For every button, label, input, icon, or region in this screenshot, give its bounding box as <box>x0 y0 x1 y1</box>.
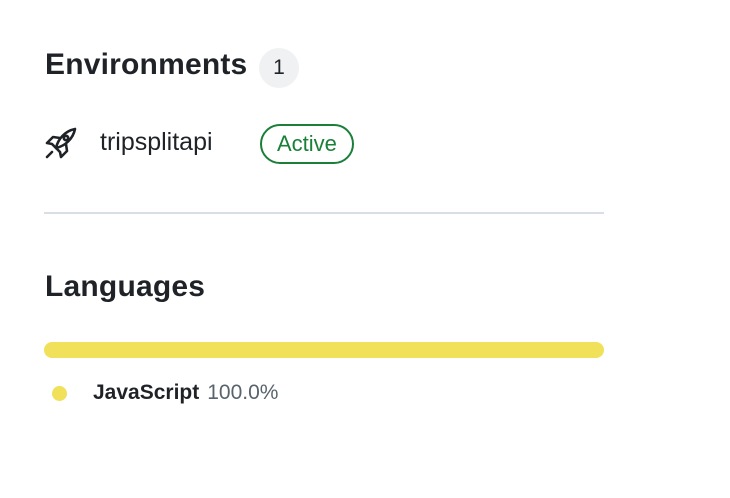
language-bar <box>44 342 604 358</box>
status-badge: Active <box>260 124 354 164</box>
language-item-javascript[interactable]: JavaScript 100.0% <box>52 378 278 408</box>
environment-link[interactable]: tripsplitapi <box>100 128 213 157</box>
section-divider <box>44 212 604 214</box>
language-percent: 100.0% <box>207 381 279 404</box>
environments-heading[interactable]: Environments <box>45 50 247 80</box>
language-color-dot <box>52 385 67 401</box>
repo-sidebar: Environments 1 tripsplitapi Active Langu… <box>0 0 730 498</box>
rocket-icon <box>45 127 77 159</box>
language-name: JavaScript <box>93 381 200 404</box>
environments-count-badge: 1 <box>259 48 299 88</box>
languages-heading: Languages <box>45 270 206 303</box>
language-bar-segment-javascript[interactable] <box>44 342 604 358</box>
environment-item: tripsplitapi Active <box>44 122 604 166</box>
